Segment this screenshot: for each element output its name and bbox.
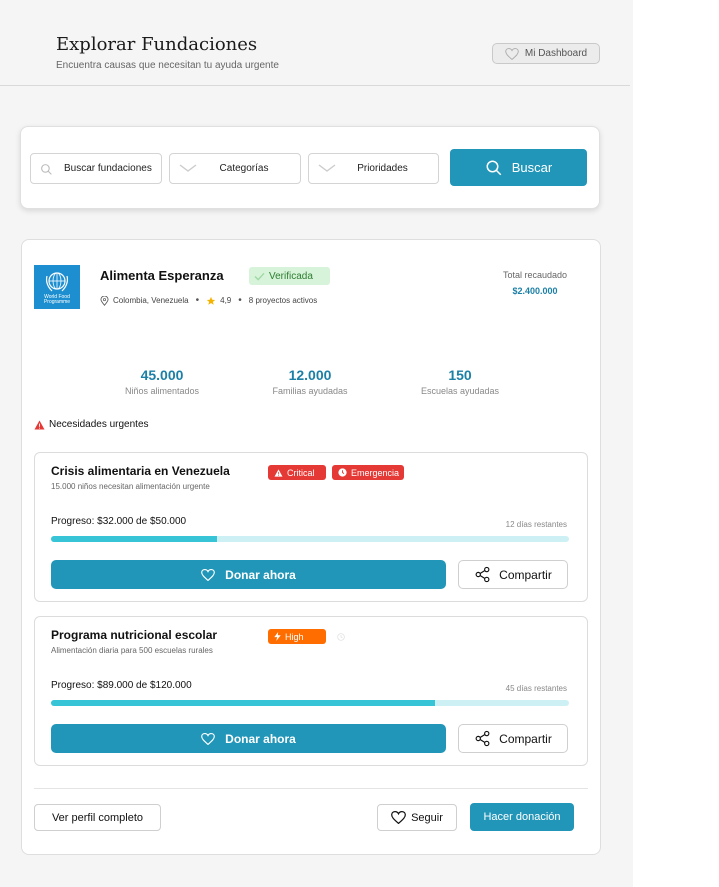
chevron-down-icon <box>318 164 336 172</box>
urgent-needs-label: Necesidades urgentes <box>49 419 149 430</box>
heart-icon <box>201 568 216 581</box>
days-remaining: 12 días restantes <box>505 520 567 529</box>
days-remaining: 45 días restantes <box>505 684 567 693</box>
check-icon <box>254 272 265 281</box>
stat-label: Escuelas ayudadas <box>420 386 500 396</box>
share-icon <box>475 566 490 583</box>
share-button[interactable]: Compartir <box>458 560 568 589</box>
card-divider <box>34 788 588 789</box>
meta-separator: • <box>238 295 242 306</box>
need-card: Programa nutricional escolar Alimentació… <box>34 616 588 766</box>
search-panel: Buscar fundaciones Categorías Prioridade… <box>20 126 600 209</box>
need-card: Crisis alimentaria en Venezuela 15.000 n… <box>34 452 588 602</box>
share-button[interactable]: Compartir <box>458 724 568 753</box>
follow-label: Seguir <box>411 811 443 824</box>
stat-label: Familias ayudadas <box>272 386 348 396</box>
emergency-tag: Emergencia <box>332 465 404 480</box>
heart-icon <box>201 732 216 745</box>
heart-icon <box>505 47 519 60</box>
stat-children: 45.000 Niños alimentados <box>92 367 232 396</box>
need-title: Crisis alimentaria en Venezuela <box>51 464 230 478</box>
warning-icon <box>274 468 283 477</box>
search-button[interactable]: Buscar <box>450 149 587 186</box>
progress-label: Progreso: $89.000 de $120.000 <box>51 680 192 691</box>
share-icon <box>475 730 490 747</box>
star-icon <box>206 296 216 305</box>
foundation-logo: World Food Programme <box>34 265 80 309</box>
meta-separator: • <box>195 295 200 306</box>
tag-label: High <box>285 631 304 642</box>
page-title: Explorar Fundaciones <box>56 34 258 55</box>
clock-icon <box>338 468 347 477</box>
view-profile-button[interactable]: Ver perfil completo <box>34 804 161 831</box>
bolt-icon <box>274 632 281 641</box>
donate-now-label: Donar ahora <box>225 731 296 746</box>
make-donation-label: Hacer donación <box>483 811 561 823</box>
search-icon <box>486 160 502 175</box>
tag-label: Critical <box>287 467 315 478</box>
verified-label: Verificada <box>269 270 313 282</box>
tag-label: Emergencia <box>351 467 400 478</box>
stat-value: 150 <box>448 367 472 383</box>
verified-badge: Verificada <box>249 267 330 285</box>
progress-bar <box>51 700 569 706</box>
chevron-down-icon <box>179 164 197 172</box>
share-label: Compartir <box>499 731 552 746</box>
total-raised-value: $2.400.000 <box>512 286 558 296</box>
need-description: 15.000 niños necesitan alimentación urge… <box>51 482 210 491</box>
need-description: Alimentación diaria para 500 escuelas ru… <box>51 646 213 655</box>
stat-schools: 150 Escuelas ayudadas <box>390 367 530 396</box>
stat-value: 12.000 <box>288 367 332 383</box>
critical-tag: Critical <box>268 465 326 480</box>
stat-label: Niños alimentados <box>124 386 200 396</box>
wfp-emblem-icon <box>45 271 69 291</box>
priority-select[interactable]: Prioridades <box>308 153 439 184</box>
search-icon <box>41 164 52 175</box>
foundation-card: World Food Programme Alimenta Esperanza … <box>21 239 601 855</box>
heart-icon <box>391 811 407 824</box>
urgent-needs-heading: Necesidades urgentes <box>34 419 149 430</box>
progress-label: Progreso: $32.000 de $50.000 <box>51 516 187 527</box>
progress-fill <box>51 700 436 706</box>
follow-button[interactable]: Seguir <box>377 804 457 831</box>
progress-fill <box>51 536 217 542</box>
category-select[interactable]: Categorías <box>169 153 301 184</box>
foundation-meta: Colombia, Venezuela • 4,9 • 8 proyectos … <box>100 295 317 306</box>
logo-text: World Food Programme <box>43 293 71 305</box>
page-header: Explorar Fundaciones Encuentra causas qu… <box>0 0 630 86</box>
warning-icon <box>34 419 45 430</box>
stat-value: 45.000 <box>140 367 184 383</box>
app-window: Explorar Fundaciones Encuentra causas qu… <box>0 0 633 887</box>
foundation-projects: 8 proyectos activos <box>248 296 318 305</box>
dashboard-button[interactable]: Mi Dashboard <box>492 43 600 64</box>
share-label: Compartir <box>499 567 552 582</box>
stat-families: 12.000 Familias ayudadas <box>240 367 380 396</box>
location-pin-icon <box>100 295 109 306</box>
donate-now-label: Donar ahora <box>225 567 296 582</box>
search-button-label: Buscar <box>511 160 553 175</box>
progress-bar <box>51 536 569 542</box>
clock-icon <box>337 633 345 641</box>
total-raised-label: Total recaudado <box>502 270 568 280</box>
page-subtitle: Encuentra causas que necesitan tu ayuda … <box>56 60 279 71</box>
foundation-name[interactable]: Alimenta Esperanza <box>100 268 224 283</box>
donate-now-button[interactable]: Donar ahora <box>51 724 446 753</box>
dashboard-button-label: Mi Dashboard <box>524 48 588 59</box>
make-donation-button[interactable]: Hacer donación <box>470 803 574 831</box>
donate-now-button[interactable]: Donar ahora <box>51 560 446 589</box>
view-profile-label: Ver perfil completo <box>51 811 144 824</box>
high-priority-tag: High <box>268 629 326 644</box>
need-title: Programa nutricional escolar <box>51 628 218 642</box>
search-input[interactable]: Buscar fundaciones <box>30 153 162 184</box>
foundation-location: Colombia, Venezuela <box>113 296 189 305</box>
foundation-rating: 4,9 <box>220 296 232 305</box>
